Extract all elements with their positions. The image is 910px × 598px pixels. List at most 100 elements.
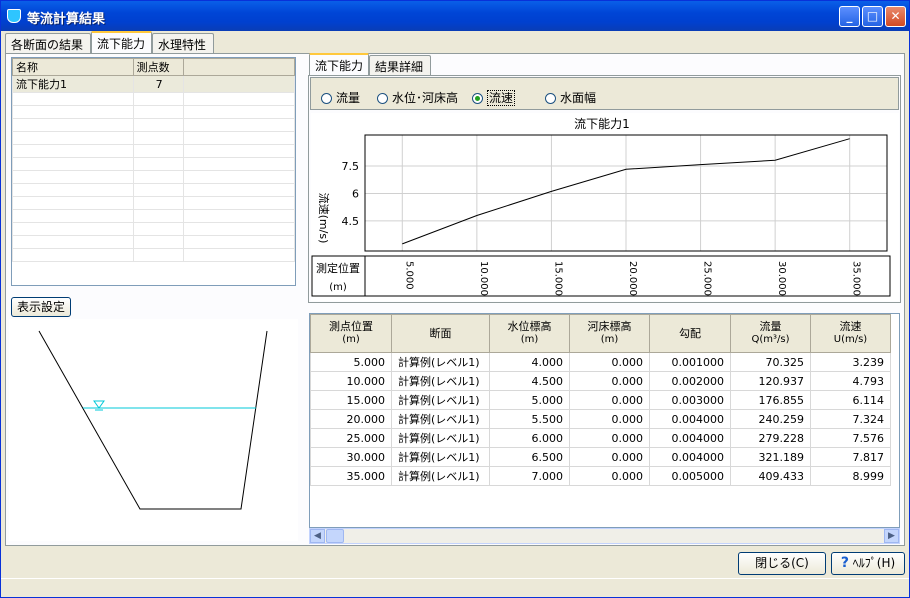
tab-capacity-chart[interactable]: 流下能力 (309, 53, 369, 75)
table-cell: 0.003000 (649, 390, 731, 410)
tab-flow-capacity[interactable]: 流下能力 (91, 31, 152, 53)
column-header-section[interactable]: 断面 (391, 314, 490, 353)
close-button[interactable]: 閉じる(C) (738, 552, 826, 575)
results-table[interactable]: 測点位置 (m) 断面 水位標高 (m) 河床標高 (m) 勾配 流量 Q(m³/s) … (309, 313, 900, 528)
x-axis-label-box (311, 255, 891, 297)
capacity-list: 名称 測点数 流下能力1 7 (11, 57, 296, 286)
column-header-station[interactable]: 測点位置 (m) (310, 314, 392, 353)
x-tick-label: 25.000 (702, 261, 713, 296)
column-header-velocity[interactable]: 流速 U(m/s) (810, 314, 891, 353)
main-window: 等流計算結果 _ □ ✕ 各断面の結果 流下能力 水理特性 名称 測点数 流下能… (0, 0, 910, 598)
cross-section-view (9, 319, 298, 541)
minimize-button[interactable]: _ (839, 6, 860, 27)
scroll-right-arrow-icon[interactable]: ▶ (884, 529, 899, 543)
radio-flow-rate-indicator (321, 93, 332, 104)
cross-section-drawing (38, 330, 268, 510)
table-cell: 計算例(レベル1) (391, 352, 490, 372)
table-row[interactable]: 10.000 計算例(レベル1) 4.500 0.000 0.002000 120.937… (310, 371, 891, 391)
maximize-button[interactable]: □ (862, 6, 883, 27)
table-cell: 279.228 (730, 428, 811, 448)
table-cell: 0.000 (569, 352, 650, 372)
table-row[interactable]: 20.000 計算例(レベル1) 5.500 0.000 0.004000 240.259… (310, 409, 891, 429)
y-tick-label: 4.5 (342, 215, 360, 228)
table-row[interactable]: 35.000 計算例(レベル1) 7.000 0.000 0.005000 409.433… (310, 466, 891, 486)
velocity-chart: 流下能力1 流速(m/s) 4.5 6 7.5 測定位置 (m) 5.000 10.0… (311, 113, 899, 301)
svg-text:(m): (m) (329, 282, 347, 293)
radio-velocity[interactable]: 流速 (472, 89, 516, 106)
x-tick-label: 10.000 (478, 261, 489, 296)
x-tick-label: 35.000 (851, 261, 862, 296)
y-tick-label: 7.5 (342, 160, 360, 173)
table-cell: 0.000 (569, 409, 650, 429)
x-tick-label: 15.000 (552, 261, 563, 296)
table-cell: 7.324 (810, 409, 891, 429)
table-cell: 0.000 (569, 390, 650, 410)
table-cell: 7.000 (489, 466, 570, 486)
column-header-name[interactable]: 名称 (12, 58, 134, 76)
table-cell: 6.500 (489, 447, 570, 467)
table-cell: 0.000 (569, 371, 650, 391)
radio-water-level[interactable]: 水位･河床高 (377, 89, 458, 106)
table-cell: 0.001000 (649, 352, 731, 372)
table-row[interactable]: 5.000 計算例(レベル1) 4.000 0.000 0.001000 70.325 3.… (310, 352, 891, 372)
table-cell: 5.000 (489, 390, 570, 410)
column-header-water-level[interactable]: 水位標高 (m) (489, 314, 570, 353)
list-item[interactable]: 流下能力1 7 (12, 75, 295, 93)
table-row[interactable]: 25.000 計算例(レベル1) 6.000 0.000 0.004000 279.228… (310, 428, 891, 448)
chart-title: 流下能力1 (574, 117, 630, 131)
table-cell: 7.576 (810, 428, 891, 448)
scroll-left-arrow-icon[interactable]: ◀ (310, 529, 325, 543)
table-cell: 0.000 (569, 447, 650, 467)
table-cell: 0.004000 (649, 428, 731, 448)
table-cell: 計算例(レベル1) (391, 390, 490, 410)
table-cell: 計算例(レベル1) (391, 409, 490, 429)
table-cell: 8.999 (810, 466, 891, 486)
table-cell: 0.002000 (649, 371, 731, 391)
scrollbar-thumb[interactable] (326, 529, 344, 543)
display-settings-button[interactable]: 表示設定 (11, 297, 71, 317)
tab-hydraulic-properties[interactable]: 水理特性 (152, 33, 214, 53)
radio-flow-rate[interactable]: 流量 (321, 89, 360, 106)
column-header-discharge[interactable]: 流量 Q(m³/s) (730, 314, 811, 353)
radio-flow-rate-label: 流量 (336, 91, 361, 105)
help-button[interactable]: ? ﾍﾙﾌﾟ(H) (831, 552, 905, 575)
close-window-button[interactable]: ✕ (885, 6, 906, 27)
velocity-chart-svg: 流下能力1 流速(m/s) 4.5 6 7.5 測定位置 (m) 5.000 10.0… (311, 117, 891, 297)
table-cell: 5.000 (310, 352, 392, 372)
radio-surface-width-label: 水面幅 (560, 91, 597, 105)
radio-surface-width[interactable]: 水面幅 (545, 89, 596, 106)
table-cell: 5.500 (489, 409, 570, 429)
tab-section-results[interactable]: 各断面の結果 (5, 33, 91, 53)
table-cell: 25.000 (310, 428, 392, 448)
table-row[interactable]: 30.000 計算例(レベル1) 6.500 0.000 0.004000 321.189… (310, 447, 891, 467)
table-cell: 計算例(レベル1) (391, 447, 490, 467)
table-cell: 30.000 (310, 447, 392, 467)
table-cell: 10.000 (310, 371, 392, 391)
table-cell: 計算例(レベル1) (391, 371, 490, 391)
column-header-slope[interactable]: 勾配 (649, 314, 731, 353)
radio-surface-width-indicator (545, 93, 556, 104)
question-mark-icon: ? (840, 555, 849, 571)
results-horizontal-scrollbar[interactable]: ◀ ▶ (309, 528, 900, 544)
table-cell: 20.000 (310, 409, 392, 429)
table-cell: 6.000 (489, 428, 570, 448)
table-cell: 3.239 (810, 352, 891, 372)
table-cell: 70.325 (730, 352, 811, 372)
column-header-bed-elevation[interactable]: 河床標高 (m) (569, 314, 650, 353)
table-cell: 6.114 (810, 390, 891, 410)
y-tick-label: 6 (352, 187, 359, 200)
water-level-marker-icon (93, 400, 105, 409)
list-item-count: 7 (132, 75, 184, 93)
table-cell: 176.855 (730, 390, 811, 410)
cross-section-outline (38, 330, 268, 510)
table-cell: 7.817 (810, 447, 891, 467)
table-cell: 計算例(レベル1) (391, 428, 490, 448)
table-cell: 15.000 (310, 390, 392, 410)
table-cell: 0.004000 (649, 447, 731, 467)
table-row[interactable]: 15.000 計算例(レベル1) 5.000 0.000 0.003000 176.855… (310, 390, 891, 410)
tab-result-details[interactable]: 結果詳細 (369, 55, 431, 75)
radio-water-level-label: 水位･河床高 (392, 91, 459, 105)
title-bar[interactable]: 等流計算結果 _ □ ✕ (1, 1, 909, 31)
table-cell: 0.004000 (649, 409, 731, 429)
column-header-point-count[interactable]: 測点数 (132, 58, 184, 76)
